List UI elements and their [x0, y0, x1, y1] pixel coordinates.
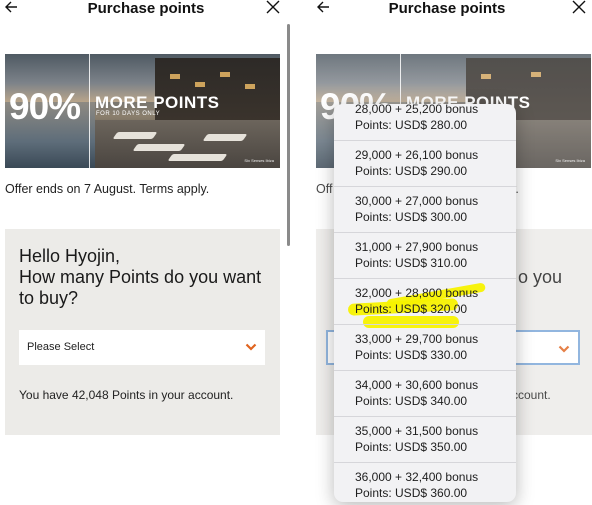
- close-icon: [572, 0, 586, 14]
- points-select-value: Please Select: [27, 341, 95, 353]
- option-price: Points: USD$ 280.00: [355, 118, 468, 132]
- close-icon: [266, 0, 280, 14]
- option-points: 36,000 + 32,400 bonus: [355, 470, 479, 484]
- banner-light: [245, 84, 255, 89]
- option-price: Points: USD$ 330.00: [355, 348, 468, 362]
- banner-light: [220, 72, 230, 77]
- dropdown-option[interactable]: 29,000 + 26,100 bonus Points: USD$ 290.0…: [334, 141, 516, 187]
- close-button[interactable]: [572, 0, 590, 18]
- option-price: Points: USD$ 350.00: [355, 440, 468, 454]
- option-points: 31,000 + 27,900 bonus: [355, 240, 479, 254]
- option-points: 32,000 + 28,800 bonus: [355, 286, 479, 300]
- page-title: Purchase points: [87, 0, 205, 17]
- dropdown-option[interactable]: 36,000 + 32,400 bonus Points: USD$ 360.0…: [334, 463, 516, 502]
- screen-divider: [292, 0, 302, 505]
- dropdown-option[interactable]: 34,000 + 30,600 bonus Points: USD$ 340.0…: [334, 371, 516, 417]
- banner-divider: [89, 54, 90, 168]
- top-bar: Purchase points: [0, 0, 292, 22]
- option-points: 35,000 + 31,500 bonus: [355, 424, 479, 438]
- option-price: Points: USD$ 290.00: [355, 164, 468, 178]
- banner-percent: 90%: [9, 86, 81, 127]
- greeting-name: Hello Hyojin,: [19, 246, 121, 266]
- option-points: 33,000 + 29,700 bonus: [355, 332, 479, 346]
- scrollbar[interactable]: [287, 24, 290, 246]
- dropdown-option[interactable]: 32,000 + 28,800 bonus Points: USD$ 320.0…: [334, 279, 516, 325]
- option-price: Points: USD$ 340.00: [355, 394, 468, 408]
- left-screen: Purchase points 90% MORE POINTS FOR 10 D…: [0, 0, 292, 505]
- points-balance: You have 42,048 Points in your account.: [19, 388, 234, 402]
- points-dropdown: 28,000 + 25,200 bonus Points: USD$ 280.0…: [334, 104, 516, 502]
- banner-lounger: [112, 132, 158, 139]
- greeting-question: How many Points do you want to buy?: [19, 267, 262, 308]
- chevron-down-icon: [245, 343, 257, 351]
- option-points: 28,000 + 25,200 bonus: [355, 104, 479, 116]
- option-points: 34,000 + 30,600 bonus: [355, 378, 479, 392]
- banner-headline: MORE POINTS: [95, 93, 220, 112]
- greeting: Hello Hyojin, How many Points do you wan…: [19, 246, 269, 309]
- dropdown-option[interactable]: 33,000 + 29,700 bonus Points: USD$ 330.0…: [334, 325, 516, 371]
- banner-light: [195, 82, 205, 87]
- banner-lounger: [167, 154, 228, 161]
- page-title: Purchase points: [388, 0, 506, 17]
- option-points: 30,000 + 27,000 bonus: [355, 194, 479, 208]
- option-price: Points: USD$ 360.00: [355, 486, 468, 500]
- banner-light: [170, 74, 180, 79]
- promo-banner[interactable]: 90% MORE POINTS FOR 10 DAYS ONLY Six Sen…: [5, 54, 280, 168]
- close-button[interactable]: [266, 0, 284, 18]
- banner-lounger: [132, 144, 186, 151]
- dropdown-option[interactable]: 35,000 + 31,500 bonus Points: USD$ 350.0…: [334, 417, 516, 463]
- banner-brand: Six Senses Ibiza: [244, 158, 274, 163]
- dropdown-option[interactable]: 28,000 + 25,200 bonus Points: USD$ 280.0…: [334, 104, 516, 141]
- points-select[interactable]: Please Select: [19, 330, 265, 365]
- dropdown-option[interactable]: 31,000 + 27,900 bonus Points: USD$ 310.0…: [334, 233, 516, 279]
- right-screen: Purchase points 90% MORE POINTS Six Sens…: [302, 0, 592, 505]
- option-points: 29,000 + 26,100 bonus: [355, 148, 479, 162]
- banner-subline: FOR 10 DAYS ONLY: [96, 111, 161, 117]
- banner-lounger: [202, 134, 248, 141]
- option-price: Points: USD$ 310.00: [355, 256, 468, 270]
- option-price: Points: USD$ 300.00: [355, 210, 468, 224]
- top-bar: Purchase points: [302, 0, 592, 22]
- purchase-card: Hello Hyojin, How many Points do you wan…: [5, 229, 280, 435]
- dropdown-option[interactable]: 30,000 + 27,000 bonus Points: USD$ 300.0…: [334, 187, 516, 233]
- option-price: Points: USD$ 320.00: [355, 302, 468, 316]
- offer-text: Offer ends on 7 August. Terms apply.: [5, 182, 210, 196]
